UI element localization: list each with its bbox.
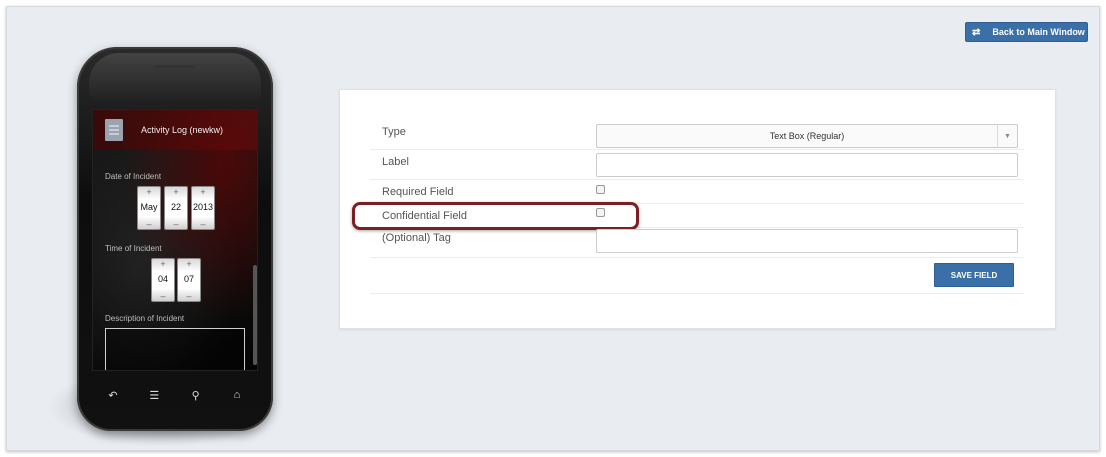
type-select-value: Text Box (Regular)	[769, 131, 845, 141]
label-label: Label	[382, 156, 409, 168]
phone-screen: Activity Log (newkw) Date of Incident + …	[92, 109, 258, 371]
back-icon[interactable]: ↶	[103, 389, 123, 402]
actions-row	[370, 258, 1024, 294]
day-value: 22	[170, 202, 181, 212]
app-header: Activity Log (newkw)	[93, 110, 257, 150]
month-value: May	[140, 202, 158, 212]
minus-icon[interactable]: –	[165, 219, 187, 229]
date-of-incident-label: Date of Incident	[105, 172, 162, 181]
time-of-incident-label: Time of Incident	[105, 244, 162, 253]
back-button-label: Back to Main Window	[992, 27, 1085, 37]
minute-spinner[interactable]: + 07 –	[177, 258, 201, 302]
type-select[interactable]: Text Box (Regular) ▼	[596, 124, 1018, 148]
back-to-main-window-button[interactable]: ⇄ Back to Main Window	[965, 22, 1088, 42]
menu-icon[interactable]: ☰	[144, 389, 164, 402]
required-field-label: Required Field	[382, 186, 454, 198]
search-icon[interactable]: ⚲	[186, 389, 206, 402]
phone-speaker	[155, 65, 195, 68]
label-input[interactable]	[596, 153, 1018, 177]
year-value: 2013	[192, 202, 214, 212]
required-row: Required Field	[370, 180, 1024, 204]
document-icon	[105, 119, 123, 141]
plus-icon[interactable]: +	[138, 187, 160, 197]
required-field-checkbox[interactable]	[596, 185, 605, 194]
optional-tag-input[interactable]	[596, 229, 1018, 253]
swap-arrows-icon: ⇄	[972, 26, 981, 38]
screen-scrollbar[interactable]	[253, 265, 257, 365]
minus-icon[interactable]: –	[138, 219, 160, 229]
minus-icon[interactable]: –	[152, 291, 174, 301]
hour-spinner[interactable]: + 04 –	[151, 258, 175, 302]
app-title: Activity Log (newkw)	[141, 125, 224, 135]
description-of-incident-label: Description of Incident	[105, 314, 185, 323]
highlight-callout	[352, 202, 639, 230]
chevron-down-icon[interactable]: ▼	[997, 125, 1017, 147]
optional-tag-label: (Optional) Tag	[382, 232, 451, 244]
phone-preview: Activity Log (newkw) Date of Incident + …	[77, 47, 273, 431]
hour-value: 04	[157, 274, 168, 284]
minus-icon[interactable]: –	[192, 219, 214, 229]
minus-icon[interactable]: –	[178, 291, 200, 301]
phone-gloss	[89, 53, 261, 103]
save-field-button[interactable]: SAVE FIELD	[934, 263, 1014, 287]
window-frame: ⇄ Back to Main Window Activity Log (newk…	[6, 6, 1100, 451]
type-label: Type	[382, 126, 406, 138]
month-spinner[interactable]: + May –	[137, 186, 161, 230]
description-textarea[interactable]	[105, 328, 245, 370]
home-icon[interactable]: ⌂	[227, 389, 247, 401]
day-spinner[interactable]: + 22 –	[164, 186, 188, 230]
field-form-panel: Type Text Box (Regular) ▼ Label Required…	[339, 89, 1056, 329]
minute-value: 07	[183, 274, 194, 284]
phone-nav-bar: ↶ ☰ ⚲ ⌂	[103, 385, 247, 405]
plus-icon[interactable]: +	[152, 259, 174, 269]
year-spinner[interactable]: + 2013 –	[191, 186, 215, 230]
plus-icon[interactable]: +	[192, 187, 214, 197]
plus-icon[interactable]: +	[165, 187, 187, 197]
plus-icon[interactable]: +	[178, 259, 200, 269]
